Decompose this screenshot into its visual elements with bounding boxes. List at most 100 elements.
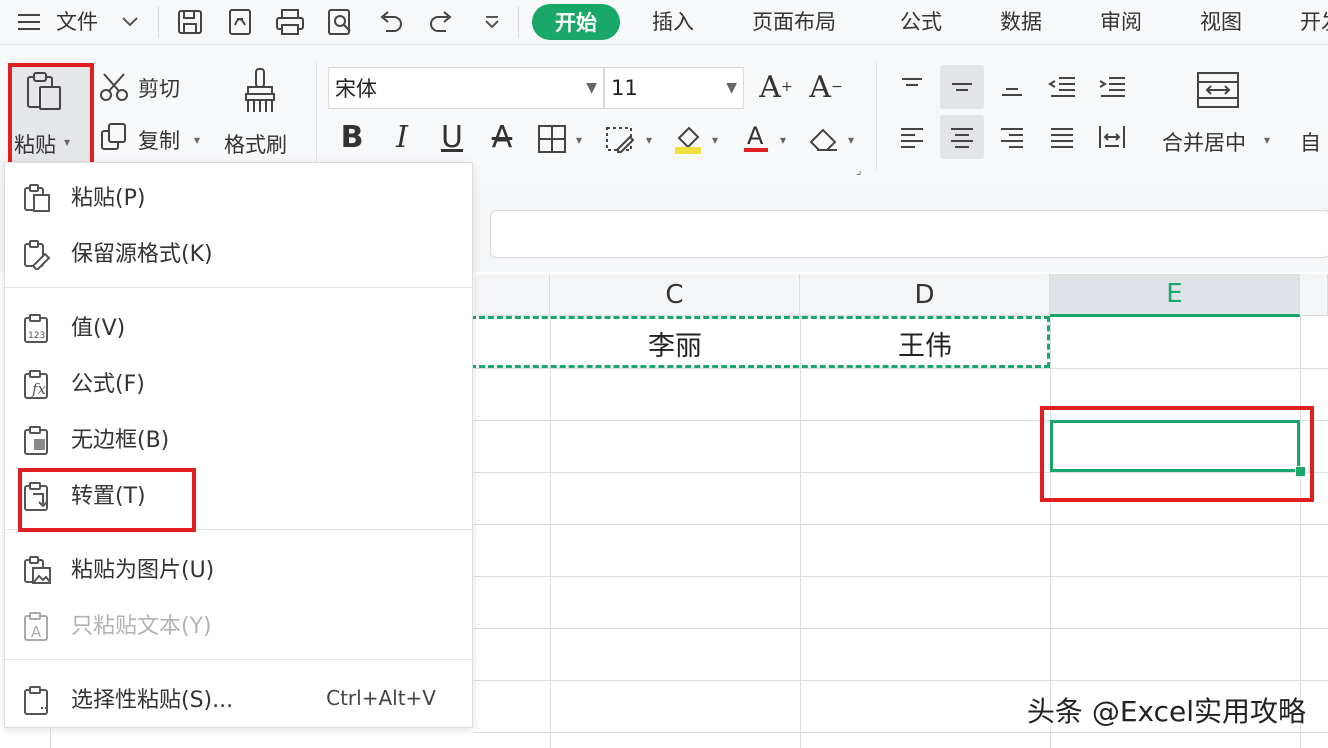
svg-text:A: A [747,122,764,150]
font-dialog-launcher-icon[interactable]: ⌟ [856,163,862,177]
decrease-font-size-icon[interactable]: A − [806,67,846,107]
bold-icon[interactable]: B [332,117,372,157]
menu-item-paste[interactable]: 粘贴(P) [5,171,474,221]
copy-dropdown-arrow[interactable]: ▾ [194,133,200,147]
menu-item-label: 值(V) [71,316,126,341]
menu-item-keep-source-format[interactable]: 保留源格式(K) [5,227,474,277]
distribute-icon[interactable] [1090,115,1134,159]
svg-text:A: A [31,623,42,641]
scissors-icon[interactable] [96,69,132,105]
column-header-d[interactable]: D [800,274,1050,316]
increase-indent-icon[interactable] [1090,65,1134,109]
fill-pattern-dropdown-arrow[interactable]: ▾ [646,133,652,147]
customize-toolbar-icon[interactable] [478,10,506,34]
menu-item-paste-formula[interactable]: fx 公式(F) [5,357,474,407]
print-preview-icon[interactable] [322,4,358,40]
align-top-icon[interactable] [890,65,934,109]
grid-line [474,680,1328,681]
font-size-select[interactable]: 11 ▼ [604,67,744,109]
borders-icon[interactable] [532,119,572,159]
menu-item-paste-as-picture[interactable]: 粘贴为图片(U) [5,543,474,593]
align-right-icon[interactable] [990,115,1034,159]
merge-cells-icon[interactable] [1192,67,1244,113]
tab-review[interactable]: 审阅 [1100,6,1142,36]
menu-item-paste-special[interactable]: 选择性粘贴(S)... Ctrl+Alt+V [5,673,474,723]
column-header-e[interactable]: E [1050,274,1300,316]
svg-text:123: 123 [28,331,45,341]
watermark-text: 头条 @Excel实用攻略 [1026,695,1306,728]
grid-line [800,316,801,748]
align-left-icon[interactable] [890,115,934,159]
formula-bar-input[interactable] [490,210,1328,258]
clear-format-dropdown-arrow[interactable]: ▾ [848,133,854,147]
column-header-c[interactable]: C [550,274,800,316]
keep-source-format-icon [24,240,51,270]
menu-item-label: 无边框(B) [71,428,170,453]
active-column-top-line [1050,315,1300,317]
borders-dropdown-arrow[interactable]: ▾ [576,133,582,147]
tab-view[interactable]: 视图 [1200,6,1242,36]
grid-line [474,576,1328,577]
menu-item-paste-values[interactable]: 123 值(V) [5,301,474,351]
decrease-indent-icon[interactable] [1040,65,1084,109]
align-bottom-icon[interactable] [990,65,1034,109]
paste-no-border-icon [24,426,48,455]
tab-developer[interactable]: 开发 [1300,6,1328,36]
menu-item-label: 只粘贴文本(Y) [71,614,212,639]
font-size-value: 11 [611,76,638,100]
column-header-f[interactable] [1300,274,1328,316]
format-painter-label[interactable]: 格式刷 [224,129,287,159]
fill-color-icon[interactable] [668,119,708,159]
copy-button[interactable]: 复制 [138,125,180,155]
auto-wrap-button[interactable]: 自 [1300,127,1321,157]
align-center-icon[interactable] [940,115,984,159]
font-color-icon[interactable]: A [736,119,776,159]
tab-data[interactable]: 数据 [1000,6,1042,36]
toolbar-divider [158,6,159,38]
tab-formulas[interactable]: 公式 [900,6,942,36]
italic-icon[interactable]: I [382,117,422,157]
font-color-dropdown-arrow[interactable]: ▾ [780,133,786,147]
grid-line [474,524,1328,525]
paste-special-icon [24,686,48,715]
chevron-down-icon: ▼ [726,80,737,96]
font-name-select[interactable]: 宋体 ▼ [328,67,604,109]
merge-center-button[interactable]: 合并居中 [1162,127,1246,157]
menu-item-label: 保留源格式(K) [71,242,213,267]
fill-color-dropdown-arrow[interactable]: ▾ [712,133,718,147]
column-header-b[interactable] [474,274,550,316]
print-icon[interactable] [272,4,308,40]
menu-item-label: 公式(F) [71,372,145,397]
undo-icon[interactable] [372,4,408,40]
save-icon[interactable] [172,4,208,40]
tab-insert[interactable]: 插入 [652,6,694,36]
menu-item-paste-no-border[interactable]: 无边框(B) [5,413,474,463]
underline-icon[interactable]: U [432,117,472,157]
tab-home[interactable]: 开始 [532,4,620,40]
justify-icon[interactable] [1040,115,1084,159]
chevron-down-icon: ▼ [586,80,597,96]
merge-dropdown-arrow[interactable]: ▾ [1264,133,1270,147]
hamburger-menu-icon[interactable] [14,8,44,36]
menu-bar: 文件 开始 插入 页面布局 公式 数据 审阅 视图 开发 [0,0,1328,45]
align-middle-icon[interactable] [940,65,984,109]
copy-marquee [470,316,1050,368]
toolbar-divider [518,6,519,38]
menu-separator [5,287,474,288]
chevron-down-icon[interactable] [118,10,142,34]
menu-item-paste-text-only[interactable]: A 只粘贴文本(Y) [5,599,474,649]
file-menu[interactable]: 文件 [56,6,98,36]
clear-format-icon[interactable] [804,119,844,159]
font-name-value: 宋体 [335,77,377,101]
redo-icon[interactable] [424,4,460,40]
increase-font-size-icon[interactable]: A + [756,67,796,107]
strikethrough-icon[interactable]: A [482,117,522,157]
menu-separator [5,659,474,660]
cut-button[interactable]: 剪切 [138,73,180,103]
ribbon-divider [876,61,877,171]
tab-page-layout[interactable]: 页面布局 [752,6,836,36]
format-painter-icon[interactable] [236,65,284,117]
export-pdf-icon[interactable] [222,4,258,40]
fill-pattern-icon[interactable] [600,119,640,159]
copy-icon[interactable] [96,119,132,155]
